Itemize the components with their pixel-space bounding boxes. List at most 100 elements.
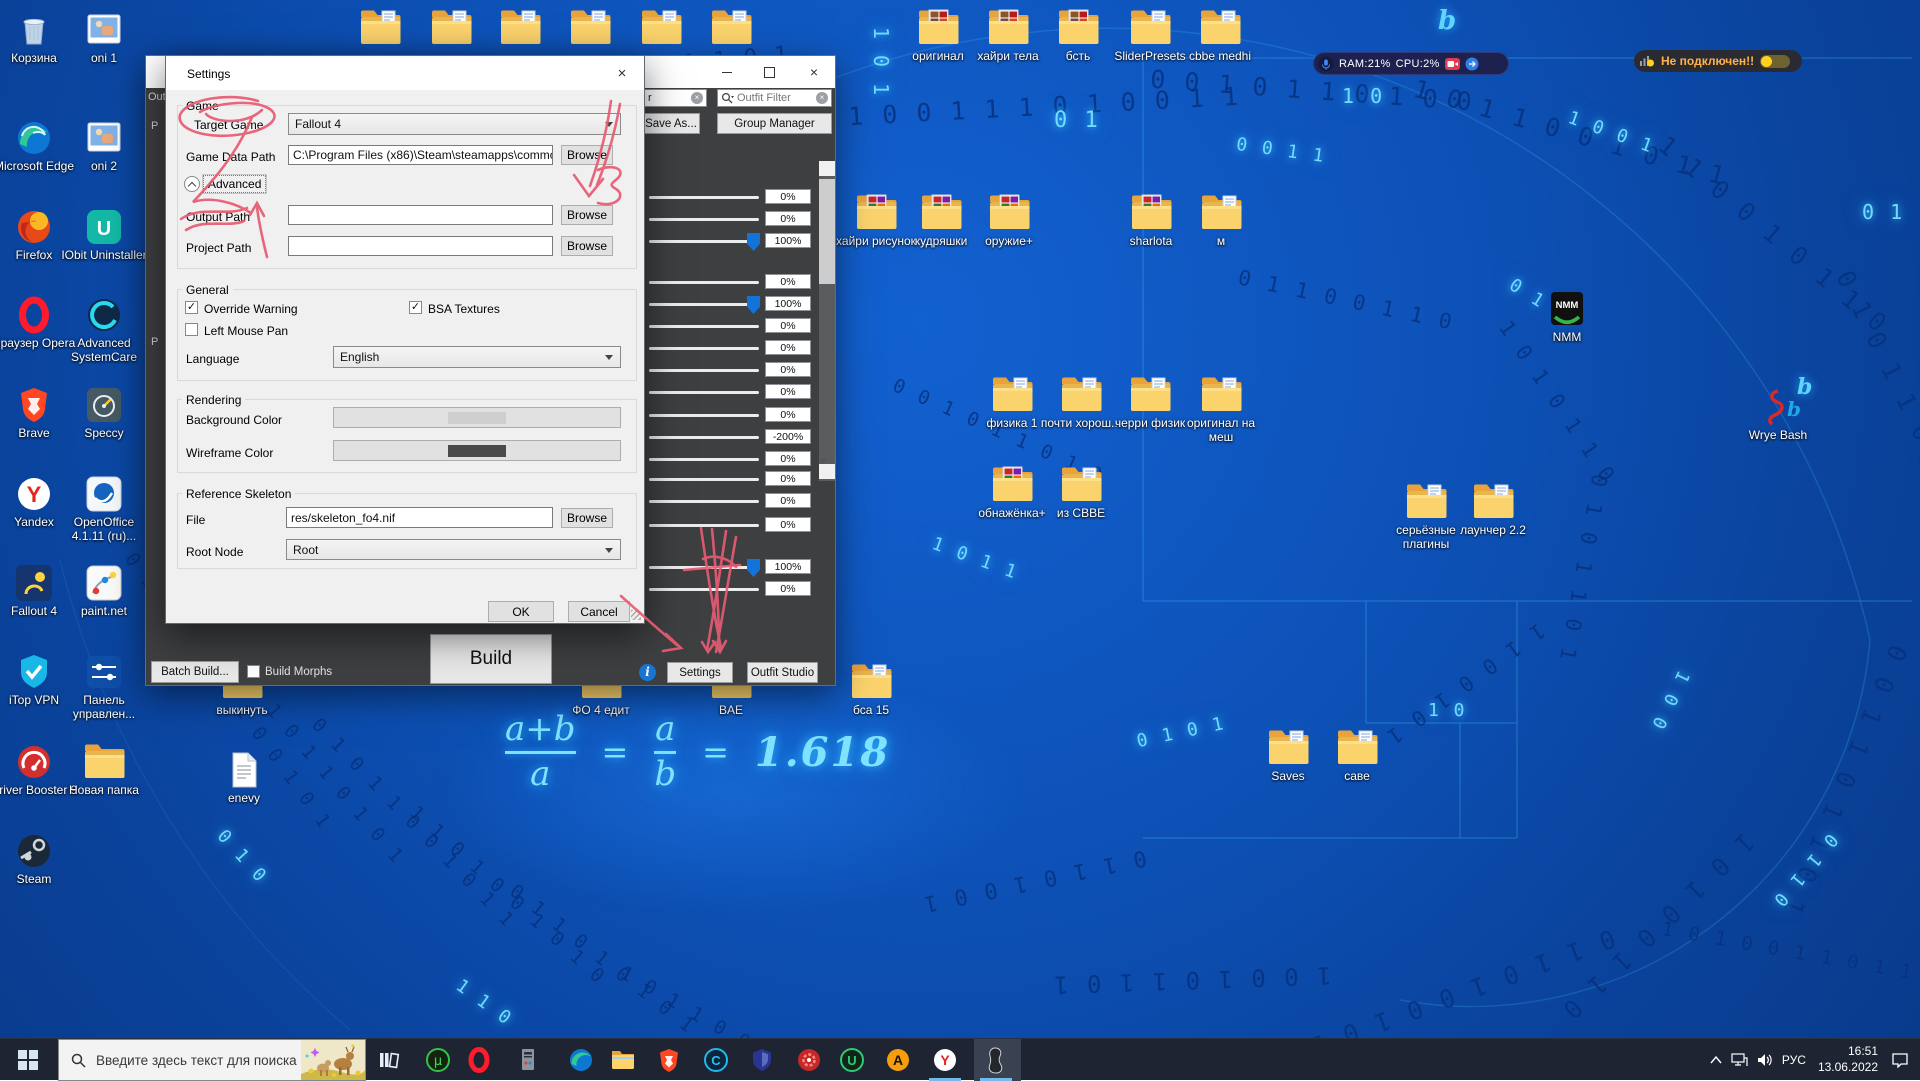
slider-track[interactable] xyxy=(649,196,759,199)
desktop-icon-steam[interactable]: Steam xyxy=(0,831,78,887)
maximize-button[interactable] xyxy=(754,62,784,82)
minimize-button[interactable] xyxy=(712,62,742,82)
desktop-icon-paint.net[interactable]: paint.net xyxy=(60,563,148,619)
taskbar-search[interactable]: Введите здесь текст для поиска xyxy=(58,1039,366,1081)
slider-track[interactable] xyxy=(649,369,759,372)
taskbar-icon-opera[interactable] xyxy=(465,1046,493,1074)
slider-value-box[interactable]: 0% xyxy=(765,211,811,226)
action-center-icon[interactable] xyxy=(1892,1053,1908,1068)
slider-track[interactable] xyxy=(649,436,759,439)
scrollbar-up-button[interactable] xyxy=(819,161,835,176)
slider-value-box[interactable]: 0% xyxy=(765,384,811,399)
slider-track[interactable] xyxy=(649,458,759,461)
preset-filter-input[interactable]: r × xyxy=(644,89,707,107)
status-toggle[interactable] xyxy=(1760,55,1790,68)
browse-skeleton-button[interactable]: Browse xyxy=(561,508,613,528)
taskbar-icon-utorrent[interactable]: µ xyxy=(424,1046,452,1074)
slider-value-box[interactable]: 0% xyxy=(765,407,811,422)
taskbar-icon-aorange[interactable]: A xyxy=(884,1046,912,1074)
slider-track[interactable] xyxy=(649,524,759,527)
desktop-icon-advanced-systemcare[interactable]: Advanced SystemCare xyxy=(60,295,148,365)
group-manager-button[interactable]: Group Manager xyxy=(717,113,832,134)
advanced-toggle[interactable]: Advanced xyxy=(203,175,266,193)
slider-value-box[interactable]: 0% xyxy=(765,493,811,508)
desktop-icon-бса-15[interactable]: бса 15 xyxy=(827,662,915,718)
desktop-icon-wrye-bash[interactable]: bWrye Bash xyxy=(1734,387,1822,443)
slider-value-box[interactable]: 0% xyxy=(765,471,811,486)
outfit-filter-input[interactable]: Outfit Filter × xyxy=(717,89,832,107)
build-button[interactable]: Build xyxy=(430,634,552,684)
slider-track[interactable] xyxy=(649,588,759,591)
slider-value-box[interactable]: 0% xyxy=(765,340,811,355)
slider-value-box[interactable]: 100% xyxy=(765,559,811,574)
ok-button[interactable]: OK xyxy=(488,601,554,622)
taskbar-icon-shield[interactable] xyxy=(748,1046,776,1074)
slider-value-box[interactable]: 0% xyxy=(765,274,811,289)
clear-filter-icon[interactable]: × xyxy=(816,92,828,104)
clear-filter-icon[interactable]: × xyxy=(691,92,703,104)
slider-track[interactable] xyxy=(649,391,759,394)
slider-track[interactable] xyxy=(649,500,759,503)
desktop-icon-панель-управлен...[interactable]: Панель управлен... xyxy=(60,652,148,722)
taskbar-icon-pctower[interactable] xyxy=(514,1046,542,1074)
taskbar-icon-ugreen[interactable]: U xyxy=(838,1046,866,1074)
slider-track[interactable] xyxy=(649,240,759,243)
left-mouse-pan-checkbox[interactable] xyxy=(185,323,198,336)
background-color-button[interactable] xyxy=(333,407,621,428)
project-path-input[interactable] xyxy=(288,236,553,256)
clock[interactable]: 16:51 13.06.2022 xyxy=(1818,1044,1878,1075)
desktop-icon-folder[interactable] xyxy=(687,8,775,48)
taskbar-icon-yandex[interactable]: Y xyxy=(931,1046,959,1074)
slider-value-box[interactable]: 0% xyxy=(765,517,811,532)
desktop-icon-оружие+[interactable]: оружие+ xyxy=(965,193,1053,249)
slider-value-box[interactable]: 100% xyxy=(765,296,811,311)
target-game-select[interactable]: Fallout 4 xyxy=(288,113,621,135)
scrollbar-down-button[interactable] xyxy=(819,464,835,479)
taskbar-icon-library[interactable] xyxy=(375,1046,403,1074)
advanced-collapse-icon[interactable] xyxy=(184,176,200,192)
desktop-icon-лаунчер-2.2[interactable]: лаунчер 2.2 xyxy=(1449,482,1537,538)
output-path-input[interactable] xyxy=(288,205,553,225)
expand-arrow-icon[interactable] xyxy=(1465,57,1479,71)
override-warning-checkbox[interactable]: ✓ xyxy=(185,301,198,314)
slider-value-box[interactable]: 0% xyxy=(765,581,811,596)
slider-track[interactable] xyxy=(649,281,759,284)
slider-handle[interactable] xyxy=(747,233,760,251)
language-indicator[interactable]: РУС xyxy=(1782,1053,1806,1067)
record-camera-icon[interactable] xyxy=(1445,58,1460,70)
taskbar-icon-redgear[interactable] xyxy=(795,1046,823,1074)
taskbar-icon-bodyslide[interactable] xyxy=(982,1046,1010,1074)
desktop-icon-новая-папка[interactable]: Новая папка xyxy=(60,742,148,798)
slider-track[interactable] xyxy=(649,566,759,569)
slider-track[interactable] xyxy=(649,303,759,306)
info-icon[interactable]: i xyxy=(639,664,656,681)
wireframe-color-button[interactable] xyxy=(333,440,621,461)
desktop-icon-cbbe-medhi[interactable]: cbbe medhi xyxy=(1176,8,1264,64)
root-node-select[interactable]: Root xyxy=(286,539,621,560)
slider-track[interactable] xyxy=(649,218,759,221)
close-button[interactable]: × xyxy=(799,62,829,82)
desktop-icon-oni-1[interactable]: oni 1 xyxy=(60,10,148,66)
network-icon[interactable] xyxy=(1731,1053,1748,1067)
skeleton-file-input[interactable]: res/skeleton_fo4.nif xyxy=(286,507,553,528)
slider-track[interactable] xyxy=(649,478,759,481)
taskbar-icon-cring[interactable]: C xyxy=(702,1046,730,1074)
save-as-button[interactable]: Save As... xyxy=(642,113,700,134)
desktop-icon-саве[interactable]: саве xyxy=(1313,728,1401,784)
desktop-icon-openoffice-4.1.11-ru-...[interactable]: OpenOffice 4.1.11 (ru)... xyxy=(60,474,148,544)
dialog-titlebar[interactable]: Settings xyxy=(166,56,644,90)
desktop-icon-enevy[interactable]: enevy xyxy=(200,750,288,806)
desktop-icon-из-cbbe[interactable]: из CBBE xyxy=(1037,465,1125,521)
desktop-icon-nmm[interactable]: NMM NMM xyxy=(1523,289,1611,345)
outfit-studio-button[interactable]: Outfit Studio xyxy=(747,662,818,683)
browse-data-path-button[interactable]: Browse xyxy=(561,145,613,165)
language-select[interactable]: English xyxy=(333,346,621,368)
slider-value-box[interactable]: 0% xyxy=(765,451,811,466)
slider-handle[interactable] xyxy=(747,559,760,577)
build-morphs-checkbox[interactable] xyxy=(247,665,260,678)
desktop-icon-м[interactable]: м xyxy=(1177,193,1265,249)
slider-value-box[interactable]: 0% xyxy=(765,318,811,333)
search-highlight-art[interactable] xyxy=(301,1040,365,1080)
resize-grip[interactable] xyxy=(631,610,641,620)
slider-track[interactable] xyxy=(649,414,759,417)
